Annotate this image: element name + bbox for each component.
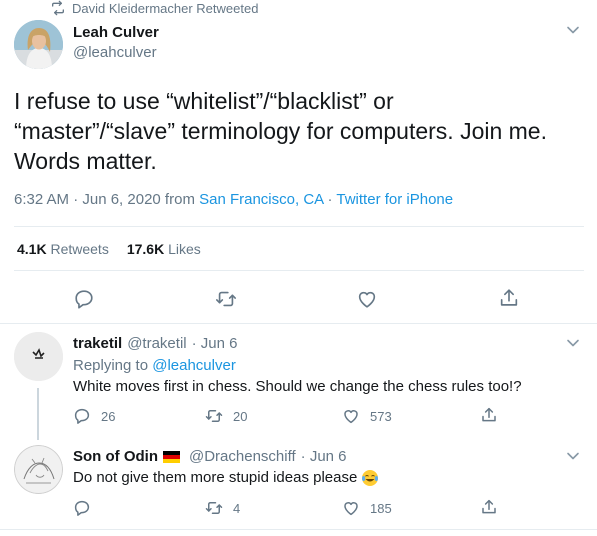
reply-text: White moves first in chess. Should we ch… xyxy=(73,378,522,395)
reply-author-handle[interactable]: @traketil xyxy=(127,335,186,352)
likes-count: 17.6K xyxy=(126,241,165,257)
divider xyxy=(14,270,584,271)
retweet-icon xyxy=(205,407,223,425)
like-icon[interactable] xyxy=(356,288,378,310)
tweet-text-line: “master”/“slave” terminology for compute… xyxy=(14,118,547,144)
retweets-stat[interactable]: 4.1K Retweets xyxy=(17,241,109,257)
like-action[interactable]: 185 xyxy=(342,499,392,517)
source-link[interactable]: Twitter for iPhone xyxy=(336,191,453,208)
like-count: 573 xyxy=(370,408,392,424)
divider xyxy=(14,226,584,227)
share-action[interactable] xyxy=(480,498,498,516)
retweet-header: David Kleidermacher Retweeted xyxy=(52,0,258,16)
likes-label: Likes xyxy=(164,241,201,257)
reply-author-name[interactable]: traketil xyxy=(73,335,122,352)
like-action[interactable]: 573 xyxy=(342,407,392,425)
reply-action[interactable] xyxy=(73,499,101,517)
reply-action[interactable]: 26 xyxy=(73,407,115,425)
tweet-text-line: I refuse to use “whitelist”/“blacklist” … xyxy=(14,88,394,114)
share-icon xyxy=(480,498,498,516)
reply-text-content: Do not give them more stupid ideas pleas… xyxy=(73,469,358,486)
location-link[interactable]: San Francisco, CA xyxy=(199,191,323,208)
retweets-label: Retweets xyxy=(46,241,109,257)
reply-time[interactable]: · Jun 6 xyxy=(301,448,347,465)
reply-icon xyxy=(73,499,91,517)
share-icon[interactable] xyxy=(498,287,520,309)
reply-header: Son of Odin @Drachenschiff · Jun 6 xyxy=(73,448,347,465)
reply-count: 26 xyxy=(101,408,116,424)
retweet-icon xyxy=(50,0,66,16)
retweet-count: 4 xyxy=(233,500,241,516)
from-label: from xyxy=(160,191,200,208)
like-count: 185 xyxy=(370,500,392,516)
author-handle[interactable]: @leahculver xyxy=(73,44,157,61)
retweet-icon[interactable] xyxy=(215,288,237,310)
author-name[interactable]: Leah Culver xyxy=(73,24,159,41)
replying-prefix: Replying to xyxy=(73,357,153,374)
likes-stat[interactable]: 17.6K Likes xyxy=(127,241,201,257)
retweet-action[interactable]: 20 xyxy=(205,407,247,425)
chevron-down-icon[interactable] xyxy=(566,338,580,348)
like-icon xyxy=(342,407,360,425)
tweet-meta: 6:32 AM · Jun 6, 2020 from San Francisco… xyxy=(14,191,453,208)
tears-of-joy-emoji xyxy=(361,469,379,487)
tweet-text: I refuse to use “whitelist”/“blacklist” … xyxy=(14,86,584,176)
reply-author-handle[interactable]: @Drachenschiff xyxy=(189,448,296,465)
meta-separator: · xyxy=(323,191,337,208)
like-icon xyxy=(342,499,360,517)
divider xyxy=(0,529,597,530)
replying-to: Replying to @leahculver xyxy=(73,357,236,374)
retweet-icon xyxy=(205,499,223,517)
reply-text: Do not give them more stupid ideas pleas… xyxy=(73,469,379,487)
tweet-text-line: Words matter. xyxy=(14,148,157,174)
germany-flag xyxy=(162,450,180,463)
reply-avatar[interactable] xyxy=(14,332,63,381)
reply-author-name[interactable]: Son of Odin xyxy=(73,448,158,465)
divider xyxy=(0,323,597,324)
share-action[interactable] xyxy=(480,406,498,424)
reply-icon[interactable] xyxy=(73,288,95,310)
retweet-action[interactable]: 4 xyxy=(205,499,240,517)
share-icon xyxy=(480,406,498,424)
replying-to-link[interactable]: @leahculver xyxy=(152,357,236,374)
retweet-count: 20 xyxy=(233,408,248,424)
avatar[interactable] xyxy=(14,20,63,69)
tweet-timestamp[interactable]: 6:32 AM · Jun 6, 2020 xyxy=(14,191,161,208)
engagement-stats: 4.1K Retweets 17.6K Likes xyxy=(17,241,201,257)
thread-line xyxy=(37,388,39,440)
reply-icon xyxy=(73,407,91,425)
retweets-count: 4.1K xyxy=(17,241,47,257)
reply-header: traketil @traketil · Jun 6 xyxy=(73,335,237,352)
reply-avatar[interactable] xyxy=(14,445,63,494)
retweeted-by-label[interactable]: David Kleidermacher Retweeted xyxy=(72,1,258,16)
chevron-down-icon[interactable] xyxy=(566,451,580,461)
reply-time[interactable]: · Jun 6 xyxy=(192,335,238,352)
chevron-down-icon[interactable] xyxy=(566,25,580,35)
